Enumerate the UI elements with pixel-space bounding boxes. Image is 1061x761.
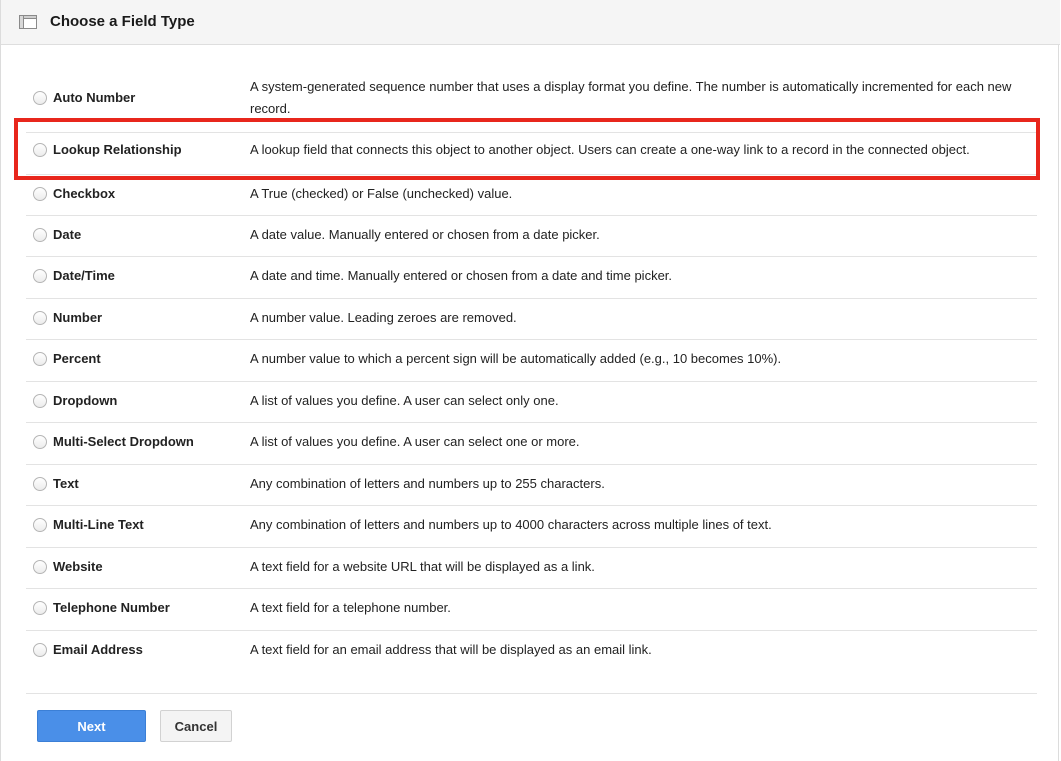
field-type-description: A date and time. Manually entered or cho… (250, 268, 673, 283)
window-icon (19, 15, 37, 29)
radio-button[interactable] (33, 394, 47, 408)
radio-button[interactable] (33, 352, 47, 366)
field-type-row-text[interactable]: Text Any combination of letters and numb… (26, 465, 1037, 506)
field-type-description: A list of values you define. A user can … (250, 393, 559, 408)
field-type-description: A date value. Manually entered or chosen… (250, 227, 600, 242)
radio-button[interactable] (33, 143, 47, 157)
cancel-button[interactable]: Cancel (160, 710, 232, 742)
field-type-description: A system-generated sequence number that … (250, 79, 1012, 116)
field-type-description: A True (checked) or False (unchecked) va… (250, 186, 513, 201)
field-type-row-auto-number[interactable]: Auto Number A system-generated sequence … (26, 66, 1037, 133)
field-type-label[interactable]: Website (53, 559, 103, 574)
radio-button[interactable] (33, 91, 47, 105)
field-type-row-telephone-number[interactable]: Telephone Number A text field for a tele… (26, 589, 1037, 631)
field-type-label[interactable]: Email Address (53, 642, 143, 657)
field-type-label[interactable]: Lookup Relationship (53, 142, 182, 157)
field-type-label[interactable]: Text (53, 476, 79, 491)
radio-button[interactable] (33, 477, 47, 491)
radio-button[interactable] (33, 518, 47, 532)
radio-button[interactable] (33, 187, 47, 201)
field-type-label[interactable]: Percent (53, 351, 101, 366)
field-type-row-website[interactable]: Website A text field for a website URL t… (26, 548, 1037, 589)
radio-button[interactable] (33, 435, 47, 449)
field-type-row-multi-line-text[interactable]: Multi-Line Text Any combination of lette… (26, 506, 1037, 548)
field-type-row-date-time[interactable]: Date/Time A date and time. Manually ente… (26, 257, 1037, 299)
field-type-description: Any combination of letters and numbers u… (250, 517, 772, 532)
field-type-row-number[interactable]: Number A number value. Leading zeroes ar… (26, 299, 1037, 340)
field-type-label[interactable]: Date (53, 227, 81, 242)
field-type-description: A list of values you define. A user can … (250, 434, 580, 449)
radio-button[interactable] (33, 269, 47, 283)
page-title: Choose a Field Type (50, 13, 195, 30)
field-type-label[interactable]: Auto Number (53, 90, 135, 105)
field-type-panel: Choose a Field Type Auto Number A system… (0, 0, 1060, 761)
field-type-description: A text field for an email address that w… (250, 642, 652, 657)
radio-button[interactable] (33, 560, 47, 574)
field-type-row-email-address[interactable]: Email Address A text field for an email … (26, 631, 1037, 673)
field-type-row-multi-select-dropdown[interactable]: Multi-Select Dropdown A list of values y… (26, 423, 1037, 465)
field-type-description: A lookup field that connects this object… (250, 142, 970, 157)
field-type-label[interactable]: Multi-Line Text (53, 517, 144, 532)
field-type-description: A number value to which a percent sign w… (250, 351, 782, 366)
field-type-label[interactable]: Multi-Select Dropdown (53, 434, 194, 449)
field-type-label[interactable]: Dropdown (53, 393, 117, 408)
field-type-description: A text field for a telephone number. (250, 600, 451, 615)
footer-divider (26, 693, 1037, 694)
field-type-description: A number value. Leading zeroes are remov… (250, 310, 517, 325)
field-type-label[interactable]: Telephone Number (53, 600, 170, 615)
radio-button[interactable] (33, 601, 47, 615)
field-type-row-dropdown[interactable]: Dropdown A list of values you define. A … (26, 382, 1037, 423)
field-type-label[interactable]: Date/Time (53, 268, 115, 283)
radio-button[interactable] (33, 643, 47, 657)
field-type-label[interactable]: Number (53, 310, 102, 325)
field-type-label[interactable]: Checkbox (53, 186, 115, 201)
next-button[interactable]: Next (37, 710, 146, 742)
radio-button[interactable] (33, 311, 47, 325)
field-type-list: Auto Number A system-generated sequence … (26, 66, 1037, 673)
field-type-description: A text field for a website URL that will… (250, 559, 595, 574)
field-type-description: Any combination of letters and numbers u… (250, 476, 605, 491)
field-type-row-percent[interactable]: Percent A number value to which a percen… (26, 340, 1037, 382)
field-type-row-date[interactable]: Date A date value. Manually entered or c… (26, 216, 1037, 257)
panel-header: Choose a Field Type (1, 0, 1060, 45)
radio-button[interactable] (33, 228, 47, 242)
field-type-row-checkbox[interactable]: Checkbox A True (checked) or False (unch… (26, 175, 1037, 216)
field-type-row-lookup-relationship[interactable]: Lookup Relationship A lookup field that … (26, 133, 1037, 175)
